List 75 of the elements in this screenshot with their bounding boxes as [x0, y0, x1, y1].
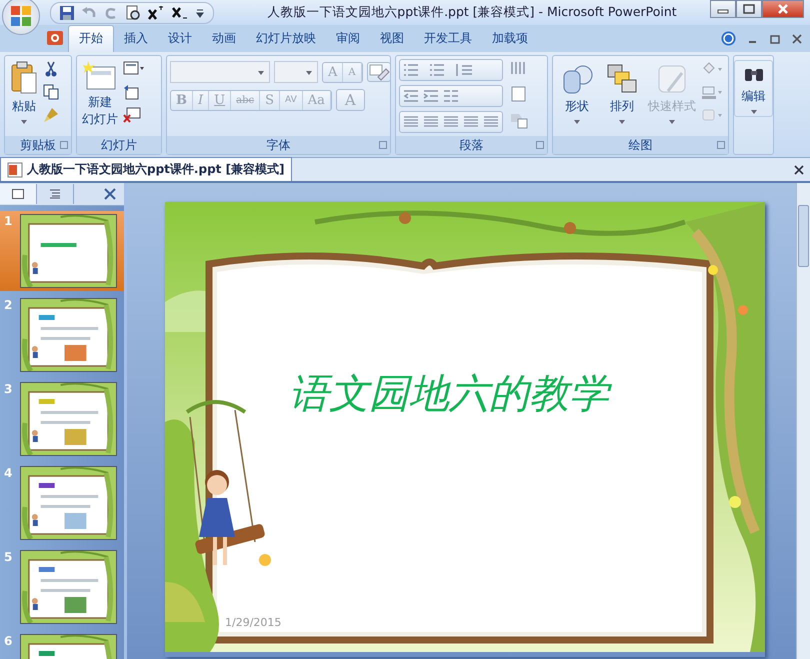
group-label: 段落	[460, 136, 484, 154]
group-label: 绘图	[628, 136, 652, 154]
slide-thumbnail-row[interactable]: 1	[0, 211, 124, 291]
ribbon-tab[interactable]: 开始	[68, 25, 114, 52]
group-label: 字体	[266, 136, 290, 154]
ribbon-tab[interactable]: 幻灯片放映	[246, 26, 326, 52]
quick-styles-icon	[656, 63, 688, 95]
slide-number: 2	[4, 298, 14, 312]
vertical-scrollbar[interactable]	[796, 183, 810, 659]
slide-number: 5	[4, 550, 14, 564]
group-label: 剪贴板	[20, 136, 56, 154]
app-icon	[46, 29, 64, 47]
slide-thumbnail-row[interactable]: 3	[0, 379, 124, 459]
customize-icon[interactable]	[195, 6, 205, 18]
smartart-icon[interactable]	[509, 111, 529, 129]
new-slide-icon	[83, 61, 117, 91]
help-icon[interactable]	[721, 31, 736, 46]
slide-number: 1	[4, 214, 14, 228]
delete-slide-icon[interactable]	[123, 107, 141, 123]
subscript-icon[interactable]	[171, 4, 189, 20]
reset-icon[interactable]	[123, 84, 139, 100]
presentation-file-icon	[7, 162, 23, 178]
slide-number: 6	[4, 634, 14, 648]
maximize-button[interactable]	[736, 0, 762, 18]
ribbon-tab[interactable]: 审阅	[326, 26, 370, 52]
maximize-icon	[743, 4, 755, 14]
slide-number: 3	[4, 382, 14, 396]
ribbon-tab[interactable]: 动画	[202, 26, 246, 52]
ribbon-tab[interactable]: 设计	[158, 26, 202, 52]
copy-icon[interactable]	[43, 84, 59, 100]
editing-button[interactable]: 编辑	[734, 60, 773, 117]
drawing-button[interactable]: 形状	[556, 59, 598, 126]
office-button[interactable]	[2, 0, 40, 34]
drawing-button[interactable]: 排列	[601, 59, 643, 126]
print-preview-icon[interactable]	[125, 4, 141, 20]
slide-thumbnail-row[interactable]: 6	[0, 631, 124, 659]
slide-number: 4	[4, 466, 14, 480]
new-slide-button[interactable]: 新建 幻灯片	[80, 59, 120, 130]
ribbon-tab[interactable]: 开发工具	[414, 26, 482, 52]
outline-icon[interactable]	[701, 84, 723, 100]
brush-icon[interactable]	[43, 107, 59, 123]
increase-indent-icon[interactable]	[422, 88, 440, 104]
shapes-icon	[561, 63, 593, 95]
outline-icon	[49, 189, 61, 199]
group-label: 幻灯片	[101, 136, 137, 154]
layout-icon[interactable]	[123, 61, 145, 77]
dialog-launcher-icon[interactable]	[536, 141, 544, 149]
close-icon[interactable]	[104, 188, 116, 200]
dialog-launcher-icon[interactable]	[379, 141, 387, 149]
dialog-launcher-icon[interactable]	[717, 141, 725, 149]
ribbon-tab[interactable]: 插入	[114, 26, 158, 52]
ribbon-tab[interactable]: 加载项	[482, 26, 538, 52]
slide-thumbnail-row[interactable]: 2	[0, 295, 124, 375]
close-icon	[777, 4, 789, 14]
superscript-icon[interactable]	[147, 4, 165, 20]
dialog-launcher-icon[interactable]	[60, 141, 68, 149]
arrange-icon	[606, 63, 638, 95]
decrease-indent-icon[interactable]	[402, 88, 420, 104]
slide-icon	[12, 189, 24, 199]
save-icon[interactable]	[59, 4, 75, 20]
slide-thumbnail-row[interactable]: 4	[0, 463, 124, 543]
document-tab[interactable]: 人教版一下语文园地六ppt课件.ppt [兼容模式]	[0, 157, 292, 181]
clipboard-icon	[10, 61, 38, 95]
close-icon[interactable]	[794, 165, 804, 175]
scissors-icon[interactable]	[43, 61, 59, 77]
slides-tab[interactable]	[0, 184, 37, 204]
window-title: 人教版一下语文园地六ppt课件.ppt [兼容模式] - Microsoft PowerPoint	[266, 4, 678, 21]
close-icon[interactable]	[792, 34, 802, 44]
clear-format-icon[interactable]	[368, 63, 390, 81]
restore-icon[interactable]	[770, 34, 780, 44]
slide-thumbnail-row[interactable]: 5	[0, 547, 124, 627]
close-button[interactable]	[762, 0, 804, 18]
ribbon-tab[interactable]: 视图	[370, 26, 414, 52]
paste-button[interactable]: 粘贴	[8, 59, 40, 126]
minimize-button[interactable]	[710, 0, 736, 18]
